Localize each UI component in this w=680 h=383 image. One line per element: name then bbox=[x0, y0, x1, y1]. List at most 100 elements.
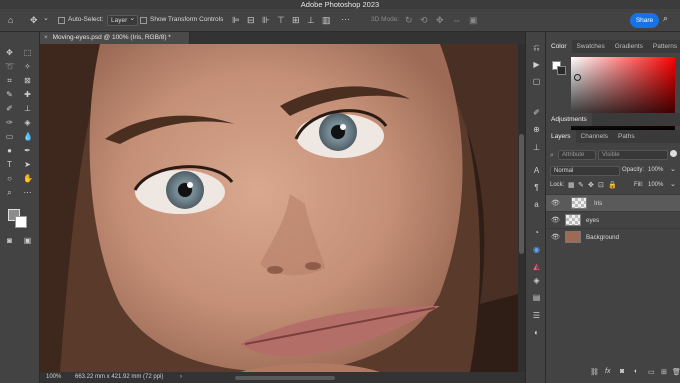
history-brush-icon[interactable]: ✑ bbox=[5, 118, 14, 127]
layers-icon[interactable]: ◈ bbox=[531, 275, 542, 286]
adjust-sliders-icon[interactable]: ☰ bbox=[531, 310, 542, 321]
pen-tool-icon[interactable]: ✒ bbox=[23, 146, 32, 155]
glyphs-icon[interactable]: a bbox=[531, 199, 542, 210]
stamp-tool-icon[interactable]: ⊥ bbox=[23, 104, 32, 113]
crop-tool-icon[interactable]: ⌗ bbox=[5, 76, 14, 85]
fill-value[interactable]: 100% bbox=[648, 182, 663, 188]
lasso-tool-icon[interactable]: ➰ bbox=[5, 62, 15, 71]
screen-mode-icon[interactable]: ▣ bbox=[23, 236, 32, 245]
tab-color[interactable]: Color bbox=[546, 40, 572, 53]
align-right-icon[interactable]: ⊪ bbox=[262, 15, 270, 25]
visibility-eye-icon[interactable]: 👁 bbox=[551, 229, 560, 246]
color-picker-cursor[interactable] bbox=[574, 74, 581, 81]
align-middle-icon[interactable]: ⊞ bbox=[292, 15, 300, 25]
eraser-tool-icon[interactable]: ◈ bbox=[23, 118, 32, 127]
filter-value-input[interactable]: Visible bbox=[598, 150, 668, 160]
lock-pixels-icon[interactable]: ✎ bbox=[578, 181, 584, 189]
layer-name[interactable]: Iris bbox=[594, 195, 602, 212]
tab-adjustments[interactable]: Adjustments bbox=[546, 113, 592, 126]
visibility-eye-icon[interactable]: 👁 bbox=[551, 212, 560, 229]
document-canvas[interactable] bbox=[40, 44, 518, 372]
filter-toggle-icon[interactable] bbox=[670, 150, 677, 157]
comment-icon[interactable]: ▢ bbox=[531, 76, 542, 87]
tab-paths[interactable]: Paths bbox=[613, 130, 640, 143]
align-left-icon[interactable]: ⊫ bbox=[232, 15, 240, 25]
creative-cloud-icon[interactable]: ◭ bbox=[531, 261, 542, 272]
libraries-icon[interactable]: ◉ bbox=[531, 244, 542, 255]
fx-icon[interactable]: fx bbox=[605, 368, 610, 375]
link-icon[interactable]: ⛓ bbox=[590, 368, 599, 376]
layer-name[interactable]: eyes bbox=[586, 212, 599, 229]
marquee-tool-icon[interactable]: ⬚ bbox=[23, 48, 32, 57]
tab-gradients[interactable]: Gradients bbox=[610, 40, 648, 53]
mask-icon[interactable]: ◙ bbox=[620, 368, 624, 375]
blend-mode-select[interactable]: Normal bbox=[550, 166, 620, 176]
brush-settings-icon[interactable]: ✐ bbox=[531, 107, 542, 118]
tab-layers[interactable]: Layers bbox=[546, 130, 576, 143]
document-tab[interactable]: × Moving-eyes.psd @ 100% (Iris, RGB/8) * bbox=[40, 32, 190, 44]
adjustment-icon[interactable]: ◐ bbox=[634, 368, 638, 375]
chevron-down-icon[interactable]: ⌄ bbox=[43, 14, 49, 24]
shape-tool-icon[interactable]: ○ bbox=[5, 174, 14, 183]
show-transform-checkbox[interactable] bbox=[140, 17, 147, 24]
move-tool-icon[interactable]: ✥ bbox=[5, 48, 14, 57]
quick-mask-icon[interactable]: ◙ bbox=[5, 236, 14, 245]
zoom-tool-icon[interactable]: ⌕ bbox=[5, 188, 14, 197]
tab-channels[interactable]: Channels bbox=[576, 130, 613, 143]
lock-artboard-icon[interactable]: ⊡ bbox=[598, 181, 604, 189]
opacity-value[interactable]: 100% bbox=[648, 167, 663, 173]
paragraph-icon[interactable]: ¶ bbox=[531, 182, 542, 193]
brush-tool-icon[interactable]: ✐ bbox=[5, 104, 14, 113]
chevron-down-icon[interactable]: ⌄ bbox=[670, 165, 676, 173]
layer-row-iris[interactable]: 👁 Iris bbox=[546, 194, 680, 211]
3d-pan-icon[interactable]: ✥ bbox=[436, 15, 444, 25]
home-icon[interactable]: ⌂ bbox=[8, 15, 13, 25]
zoom-level[interactable]: 100% bbox=[46, 372, 61, 383]
trash-icon[interactable]: 🗑 bbox=[672, 368, 680, 376]
auto-select-checkbox[interactable] bbox=[58, 17, 65, 24]
frame-tool-icon[interactable]: ⊠ bbox=[23, 76, 32, 85]
visibility-eye-icon[interactable]: 👁 bbox=[551, 195, 560, 212]
3d-scale-icon[interactable]: ▣ bbox=[469, 15, 478, 25]
align-bottom-icon[interactable]: ⊥ bbox=[307, 15, 315, 25]
3d-slide-icon[interactable]: ⇔ bbox=[452, 15, 461, 25]
layer-name[interactable]: Background bbox=[586, 229, 619, 246]
healing-brush-icon[interactable]: ✚ bbox=[23, 90, 32, 99]
align-center-icon[interactable]: ⊟ bbox=[247, 15, 255, 25]
chevron-down-icon[interactable]: ⌄ bbox=[670, 180, 676, 188]
play-icon[interactable]: ▶ bbox=[531, 59, 542, 70]
filter-kind-input[interactable]: Attribute bbox=[558, 150, 596, 160]
eyedropper-icon[interactable]: ✎ bbox=[5, 90, 14, 99]
lock-position-icon[interactable]: ✥ bbox=[588, 181, 594, 189]
gradient-tool-icon[interactable]: ▭ bbox=[5, 132, 14, 141]
path-selection-icon[interactable]: ➤ bbox=[23, 160, 32, 169]
3d-rotate-icon[interactable]: ↻ bbox=[405, 15, 413, 25]
chevron-right-icon[interactable]: › bbox=[180, 372, 182, 383]
filter-search-icon[interactable]: ⌕ bbox=[550, 152, 554, 160]
share-button[interactable]: Share bbox=[630, 13, 659, 28]
character-icon[interactable]: A bbox=[531, 165, 542, 176]
align-top-icon[interactable]: ⊤ bbox=[277, 15, 285, 25]
tab-patterns[interactable]: Patterns bbox=[648, 40, 680, 53]
properties-icon[interactable]: ◔ bbox=[531, 227, 542, 238]
3d-roll-icon[interactable]: ⟲ bbox=[420, 15, 428, 25]
layer-row-eyes[interactable]: 👁 eyes bbox=[546, 211, 680, 228]
history-icon[interactable]: ⎌ bbox=[531, 42, 542, 53]
background-color-swatch[interactable] bbox=[15, 216, 27, 228]
horizontal-scrollbar[interactable] bbox=[235, 376, 335, 380]
distribute-icon[interactable]: ▥ bbox=[322, 15, 331, 25]
search-icon[interactable]: ⌕ bbox=[663, 13, 675, 27]
auto-select-dropdown[interactable]: Layer bbox=[107, 14, 139, 26]
new-layer-icon[interactable]: ⊞ bbox=[661, 368, 667, 376]
stamp-icon[interactable]: ⊥ bbox=[531, 142, 542, 153]
close-icon[interactable]: × bbox=[44, 34, 48, 41]
group-icon[interactable]: ▭ bbox=[648, 368, 655, 376]
lock-all-icon[interactable]: 🔒 bbox=[608, 181, 617, 189]
clone-source-icon[interactable]: ⊕ bbox=[531, 124, 542, 135]
vertical-scrollbar[interactable] bbox=[518, 44, 525, 372]
magic-wand-icon[interactable]: ✧ bbox=[23, 62, 32, 71]
channels-icon[interactable]: ▤ bbox=[531, 292, 542, 303]
move-tool-icon[interactable]: ✥ bbox=[30, 15, 38, 25]
hand-tool-icon[interactable]: ✋ bbox=[23, 174, 33, 183]
dodge-tool-icon[interactable]: ● bbox=[5, 146, 14, 155]
